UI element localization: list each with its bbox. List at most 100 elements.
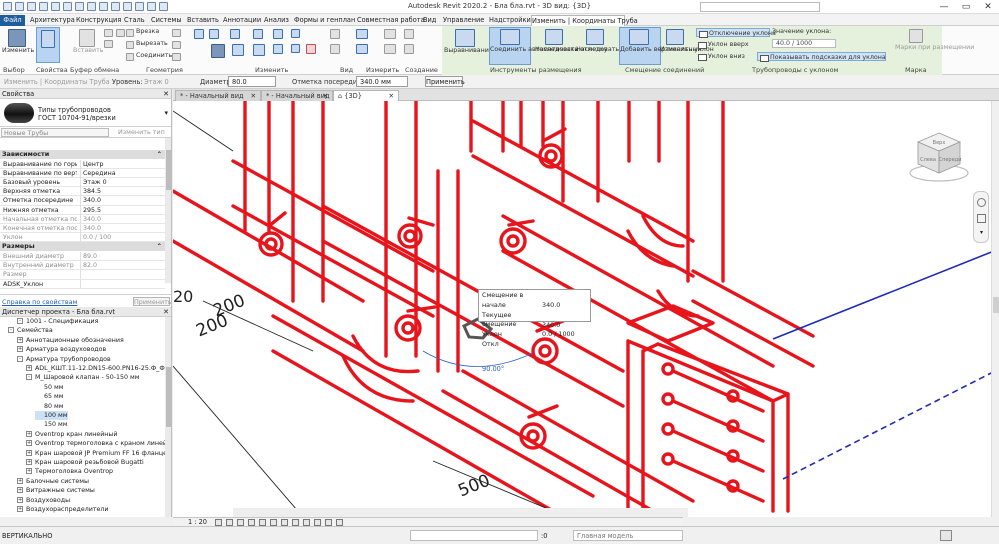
expand-icon[interactable]: + [26,449,32,456]
browser-scrollbar[interactable] [165,317,171,517]
expand-icon[interactable]: + [26,365,32,371]
tag-on-placement-icon[interactable] [909,29,923,43]
create-similar-icon[interactable] [404,29,414,39]
array-icon[interactable] [273,44,283,54]
tab-view[interactable]: Вид [423,15,436,26]
modify-button-label[interactable]: Изменить [2,47,34,55]
align-icon[interactable] [194,29,204,39]
restore-button[interactable]: ▭ [955,0,977,14]
tab-collaborate[interactable]: Совместная работа [357,15,425,26]
tab-addins[interactable]: Надстройки [489,15,531,26]
collapse-icon[interactable]: ⌃ [157,150,162,159]
close-icon[interactable]: ✕ [388,91,394,101]
paste-icon[interactable] [79,29,95,47]
collapse-icon[interactable]: - [26,374,32,381]
property-group-header[interactable]: Зависимости ⌃ [0,150,165,159]
inherit-elevation-label[interactable]: Наследовать отметку [535,46,607,54]
viewcube-face-front[interactable]: Спереди [939,157,962,163]
join-icon[interactable] [126,53,134,61]
minimize-button[interactable]: — [933,0,955,14]
paint-icon[interactable] [172,53,181,61]
browser-tree-item[interactable]: 65 мм [35,392,64,401]
browser-tree-item[interactable]: + Аннотационные обозначения [17,336,124,345]
collapse-icon[interactable]: - [8,327,14,334]
expand-icon[interactable]: + [26,440,32,447]
analytical-model-icon[interactable] [325,519,332,526]
property-value[interactable]: 295.5 [80,205,164,215]
cope-icon[interactable] [126,29,134,37]
highlight-displacement-icon[interactable] [336,519,343,526]
tab-modify-pipe[interactable]: Изменить | Координаты Труба [531,15,638,26]
browser-tree-item[interactable]: + Кран шаровой резьбовой Bugatti [26,458,144,467]
browser-tree-item[interactable]: 100 мм [35,411,68,421]
change-slope-icon[interactable] [666,29,684,45]
tab-analyze[interactable]: Анализ [264,15,289,26]
show-slope-tooltip-toggle[interactable]: Показывать подсказки для уклона [757,52,886,62]
properties-help-link[interactable]: Справка по свойствам [2,298,77,306]
delete-icon[interactable] [306,44,316,54]
mirror-axis-icon[interactable] [230,29,240,39]
override-graphics-icon[interactable] [330,44,340,54]
lock-view-icon[interactable] [292,519,299,526]
collapse-icon[interactable]: - [17,318,23,324]
tab-architecture[interactable]: Архитектура [30,15,75,26]
property-row[interactable]: Выравнивание по верти...Середина [0,168,165,178]
properties-apply-button[interactable]: Применить [133,297,171,306]
browser-tree-item[interactable]: + Арматура воздуховодов [17,345,106,354]
trim-extend-icon[interactable] [253,44,265,56]
expand-icon[interactable]: + [17,496,23,503]
tab-massing-site[interactable]: Формы и генплан [294,15,355,26]
split-face-icon[interactable] [172,41,181,49]
close-icon[interactable]: ✕ [250,91,256,101]
view-tab-3d[interactable]: ⌂ {3D} ✕ [333,90,399,101]
shadows-icon[interactable] [248,519,255,526]
tab-systems[interactable]: Системы [151,15,182,26]
scale-icon[interactable] [291,29,300,38]
horizontal-scrollbar[interactable] [233,508,688,517]
collapse-icon[interactable]: - [17,355,23,362]
collapse-icon[interactable]: ⌃ [157,242,162,251]
inherit-size-icon[interactable] [586,29,604,45]
properties-scrollbar[interactable] [165,138,171,283]
panel-properties[interactable]: Свойства [36,66,68,74]
browser-tree-item[interactable]: + Термоголовка Oventrop [26,467,113,476]
browser-tree-item[interactable]: + Oventrop термоголовка с краном линейная [26,439,171,448]
create-assembly-icon[interactable] [384,29,396,39]
browser-tree-item[interactable]: + Воздуховоды [17,496,70,505]
property-group-header[interactable]: Размеры ⌃ [0,242,165,252]
browser-tree-item[interactable]: + Балочные системы [17,477,89,486]
expand-icon[interactable]: + [17,487,23,494]
expand-icon[interactable]: + [17,336,23,343]
3d-viewport[interactable]: 200 200 500 20 90.00° Смещение в начале 3… [173,101,999,517]
scroll-thumb[interactable] [166,367,171,427]
filter-icon[interactable] [940,530,952,541]
cut-icon[interactable] [104,40,113,48]
browser-tree-item[interactable]: - М_Шаровой клапан - 50-150 мм [26,373,140,382]
wall-join-icon[interactable] [172,29,181,37]
expand-icon[interactable]: + [26,459,32,465]
dimension-icon[interactable] [356,44,368,54]
pin-icon[interactable] [291,44,300,53]
tab-file[interactable]: Файл [0,15,25,26]
design-option-select[interactable]: Главная модель [573,530,683,541]
visual-style-icon[interactable] [226,519,233,526]
tab-steel[interactable]: Сталь [124,15,145,26]
modify-cursor-icon[interactable] [8,29,26,47]
close-icon[interactable]: ✕ [322,91,328,101]
crop-view-icon[interactable] [270,519,277,526]
measure-tool-icon[interactable] [356,29,368,39]
edit-type-button[interactable]: Изменить тип [118,128,165,136]
reveal-hidden-icon[interactable] [314,519,321,526]
justify-icon[interactable] [455,29,475,47]
type-selector[interactable]: Типы трубопроводов ГОСТ 10704-91/врезки … [0,99,171,127]
tab-manage[interactable]: Управление [443,15,484,26]
close-icon[interactable]: ✕ [163,89,169,99]
slope-up-toggle[interactable]: Уклон вверх [696,40,770,49]
property-row[interactable]: Отметка посередине 340.0 [0,196,165,206]
split-icon[interactable] [273,29,283,39]
browser-tree-item[interactable]: + Кран шаровой JP Premium FF 16 фланцевый [26,449,171,458]
property-row[interactable]: Верхняя отметка 384.5 [0,187,165,197]
tab-annotate[interactable]: Аннотации [223,15,261,26]
diameter-select[interactable]: 80.0 [228,76,276,87]
browser-tree-item[interactable]: - Семейства [8,326,53,335]
